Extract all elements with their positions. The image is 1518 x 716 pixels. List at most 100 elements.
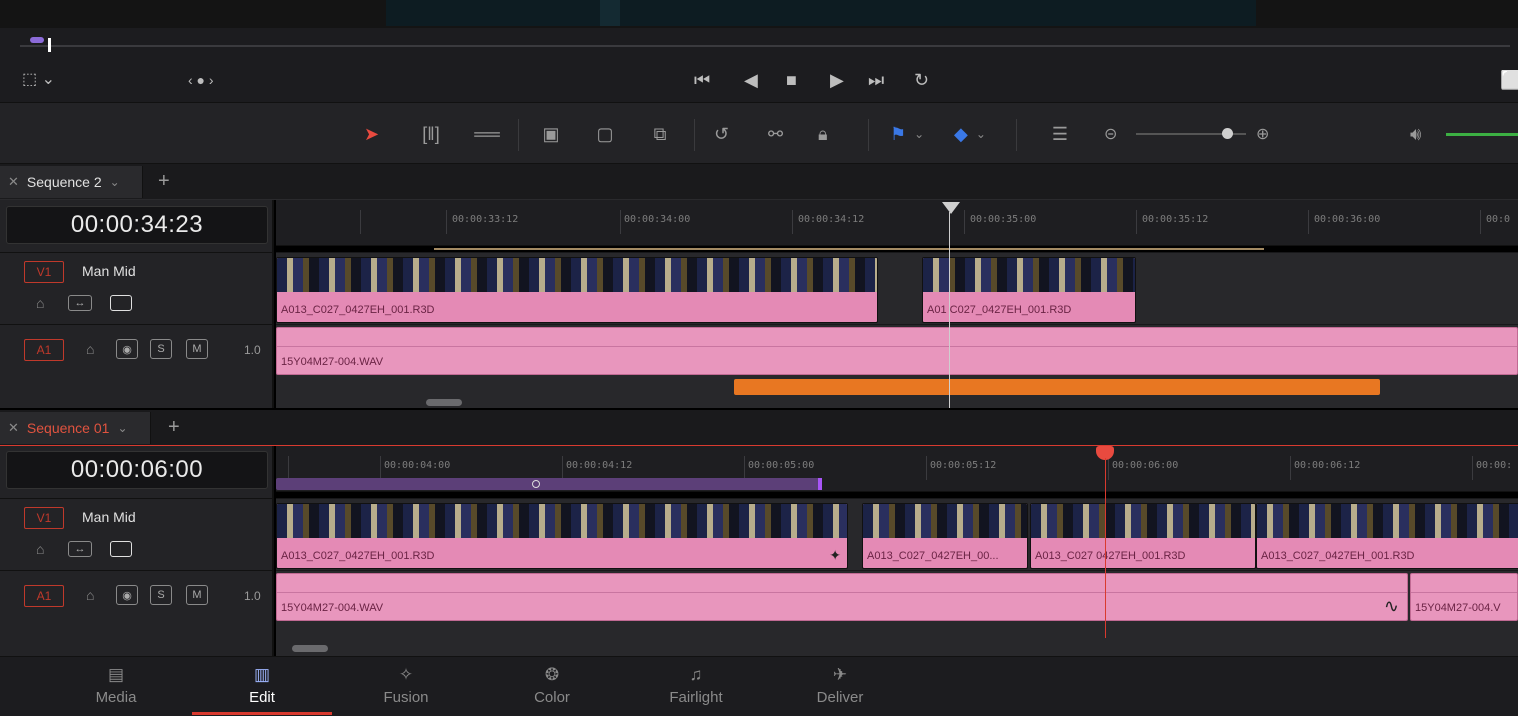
- zoom-slider-handle[interactable]: [1222, 128, 1233, 139]
- snapping-icon[interactable]: ↺: [714, 121, 729, 147]
- page-label: Fusion: [383, 688, 429, 706]
- video-clip[interactable]: A013_C027_0427EH_001.R3D ✦: [276, 503, 848, 569]
- chevron-down-icon[interactable]: ⌄: [117, 421, 127, 435]
- scrub-playhead[interactable]: [48, 38, 51, 52]
- speaker-icon[interactable]: 🔊︎: [1410, 121, 1421, 147]
- video-track-header: V1 Man Mid ⌂ ↔: [0, 252, 274, 324]
- video-track-lane: A013_C027_0427EH_001.R3D A01 C027_0427EH…: [276, 252, 1518, 324]
- blade-tool-icon[interactable]: ══: [470, 121, 504, 147]
- track-label-v1[interactable]: V1: [24, 261, 64, 283]
- ruler-label: 00:00:05:12: [930, 460, 997, 471]
- trim-tool-icon[interactable]: [‖]: [412, 121, 450, 147]
- page-deliver[interactable]: ✈ Deliver: [770, 657, 910, 713]
- add-tab-icon[interactable]: +: [168, 416, 180, 439]
- close-icon[interactable]: ✕: [8, 174, 19, 190]
- clip-name: A013_C027 0427EH_001.R3D: [1035, 550, 1186, 562]
- page-edit[interactable]: ▥ Edit: [192, 657, 332, 715]
- timeline-sequence-01: 00:00:06:00 V1 Man Mid ⌂ ↔ A1 ⌂ ◉ S M 1.…: [0, 446, 1518, 656]
- ruler-label: 00:00:34:00: [624, 214, 691, 225]
- lock-icon[interactable]: ⌂: [86, 341, 94, 357]
- lock-icon[interactable]: ⌂: [36, 295, 44, 311]
- scrub-bar[interactable]: [20, 45, 1510, 47]
- play-reverse-icon[interactable]: ◀: [744, 70, 758, 90]
- auto-select-icon[interactable]: ◉: [116, 585, 138, 605]
- audio-clip[interactable]: 15Y04M27-004.WAV ∿: [276, 573, 1408, 621]
- timeline-ruler[interactable]: 00:00:33:12 00:00:34:00 00:00:34:12 00:0…: [276, 200, 1518, 250]
- insert-clip-icon[interactable]: ▣: [534, 121, 568, 147]
- solo-button[interactable]: S: [150, 585, 172, 605]
- audio-clip-lower[interactable]: [734, 379, 1380, 395]
- clip-name: 15Y04M27-004.WAV: [281, 602, 384, 614]
- timeline-view-options-icon[interactable]: ☰: [1042, 121, 1078, 147]
- video-clip[interactable]: A013_C027 0427EH_001.R3D: [1030, 503, 1256, 569]
- mute-button[interactable]: M: [186, 339, 208, 359]
- audio-track-header: A1 ⌂ ◉ S M 1.0: [0, 324, 274, 380]
- replace-clip-icon[interactable]: ⧉: [642, 121, 678, 147]
- close-icon[interactable]: ✕: [8, 420, 19, 436]
- tab-sequence-01[interactable]: ✕ Sequence 01 ⌄: [0, 412, 151, 444]
- link-icon[interactable]: ⚯: [768, 121, 783, 147]
- track-name[interactable]: Man Mid: [82, 509, 136, 525]
- clip-name: 15Y04M27-004.V: [1415, 602, 1501, 614]
- video-clip[interactable]: A013_C027_0427EH_00...: [862, 503, 1028, 569]
- overwrite-clip-icon[interactable]: ▢: [590, 121, 620, 147]
- scrub-marker[interactable]: [30, 37, 44, 43]
- track-visibility-icon[interactable]: [110, 295, 132, 311]
- chevron-down-icon[interactable]: ⌄: [110, 175, 120, 189]
- stop-icon[interactable]: ■: [786, 70, 797, 90]
- track-visibility-icon[interactable]: [110, 541, 132, 557]
- fade-curve-icon[interactable]: ∿: [1384, 596, 1399, 617]
- marker-icon[interactable]: ◆ ⌄: [954, 121, 986, 147]
- flag-icon[interactable]: ⚑ ⌄: [890, 121, 924, 147]
- video-clip[interactable]: A013_C027_0427EH_001.R3D: [276, 257, 878, 323]
- page-color[interactable]: ❂ Color: [482, 657, 622, 713]
- color-page-icon: ❂: [544, 664, 560, 684]
- zoom-in-icon[interactable]: ⊕: [1256, 121, 1269, 147]
- page-fairlight[interactable]: ♫ Fairlight: [626, 657, 766, 713]
- scrollbar-handle[interactable]: [426, 399, 462, 406]
- lock-icon[interactable]: 🔒︎: [818, 121, 828, 147]
- lock-icon[interactable]: ⌂: [86, 587, 94, 603]
- timeline-ruler[interactable]: 00:00:04:00 00:00:04:12 00:00:05:00 00:0…: [276, 446, 1518, 492]
- add-tab-icon[interactable]: +: [158, 170, 170, 193]
- lock-icon[interactable]: ⌂: [36, 541, 44, 557]
- range-end-handle[interactable]: [818, 478, 822, 490]
- panel-toggle-icon[interactable]: ⬜: [1500, 70, 1518, 90]
- video-clip[interactable]: A013_C027_0427EH_001.R3D: [1256, 503, 1518, 569]
- viewer-options-icon[interactable]: ⬚ ⌄: [22, 70, 55, 90]
- track-label-a1[interactable]: A1: [24, 339, 64, 361]
- page-navigation: ▤ Media ▥ Edit ✧ Fusion ❂ Color ♫ Fairli…: [0, 656, 1518, 716]
- playhead[interactable]: [949, 212, 950, 408]
- loop-icon[interactable]: ↻: [914, 70, 929, 90]
- track-label-v1[interactable]: V1: [24, 507, 64, 529]
- jog-icon[interactable]: ‹ ● ›: [188, 70, 214, 90]
- video-clip[interactable]: A01 C027_0427EH_001.R3D: [922, 257, 1136, 323]
- play-icon[interactable]: ▶: [830, 70, 844, 90]
- range-marker[interactable]: [532, 480, 540, 488]
- playhead-marker[interactable]: [942, 202, 960, 214]
- go-to-end-icon[interactable]: ⏭: [868, 70, 884, 90]
- auto-select-icon[interactable]: ↔: [68, 295, 92, 311]
- page-fusion[interactable]: ✧ Fusion: [336, 657, 476, 713]
- track-label-a1[interactable]: A1: [24, 585, 64, 607]
- auto-select-icon[interactable]: ◉: [116, 339, 138, 359]
- timecode-display[interactable]: 00:00:34:23: [6, 206, 268, 244]
- selection-tool-icon[interactable]: ➤: [364, 121, 379, 147]
- playhead[interactable]: [1105, 458, 1106, 638]
- in-out-range[interactable]: [276, 478, 822, 490]
- auto-select-icon[interactable]: ↔: [68, 541, 92, 557]
- zoom-out-icon[interactable]: ⊝: [1104, 121, 1117, 147]
- fairlight-page-icon: ♫: [689, 664, 703, 684]
- audio-clip[interactable]: 15Y04M27-004.V: [1410, 573, 1518, 621]
- go-to-start-icon[interactable]: ⏮: [694, 70, 710, 90]
- timecode-display[interactable]: 00:00:06:00: [6, 451, 268, 489]
- scrollbar-handle[interactable]: [292, 645, 328, 652]
- mute-button[interactable]: M: [186, 585, 208, 605]
- page-media[interactable]: ▤ Media: [46, 657, 186, 713]
- clip-name: A013_C027_0427EH_001.R3D: [281, 550, 435, 562]
- audio-clip[interactable]: 15Y04M27-004.WAV: [276, 327, 1518, 375]
- viewer-image-detail: [600, 0, 620, 26]
- track-name[interactable]: Man Mid: [82, 263, 136, 279]
- tab-sequence-2[interactable]: ✕ Sequence 2 ⌄: [0, 166, 143, 198]
- solo-button[interactable]: S: [150, 339, 172, 359]
